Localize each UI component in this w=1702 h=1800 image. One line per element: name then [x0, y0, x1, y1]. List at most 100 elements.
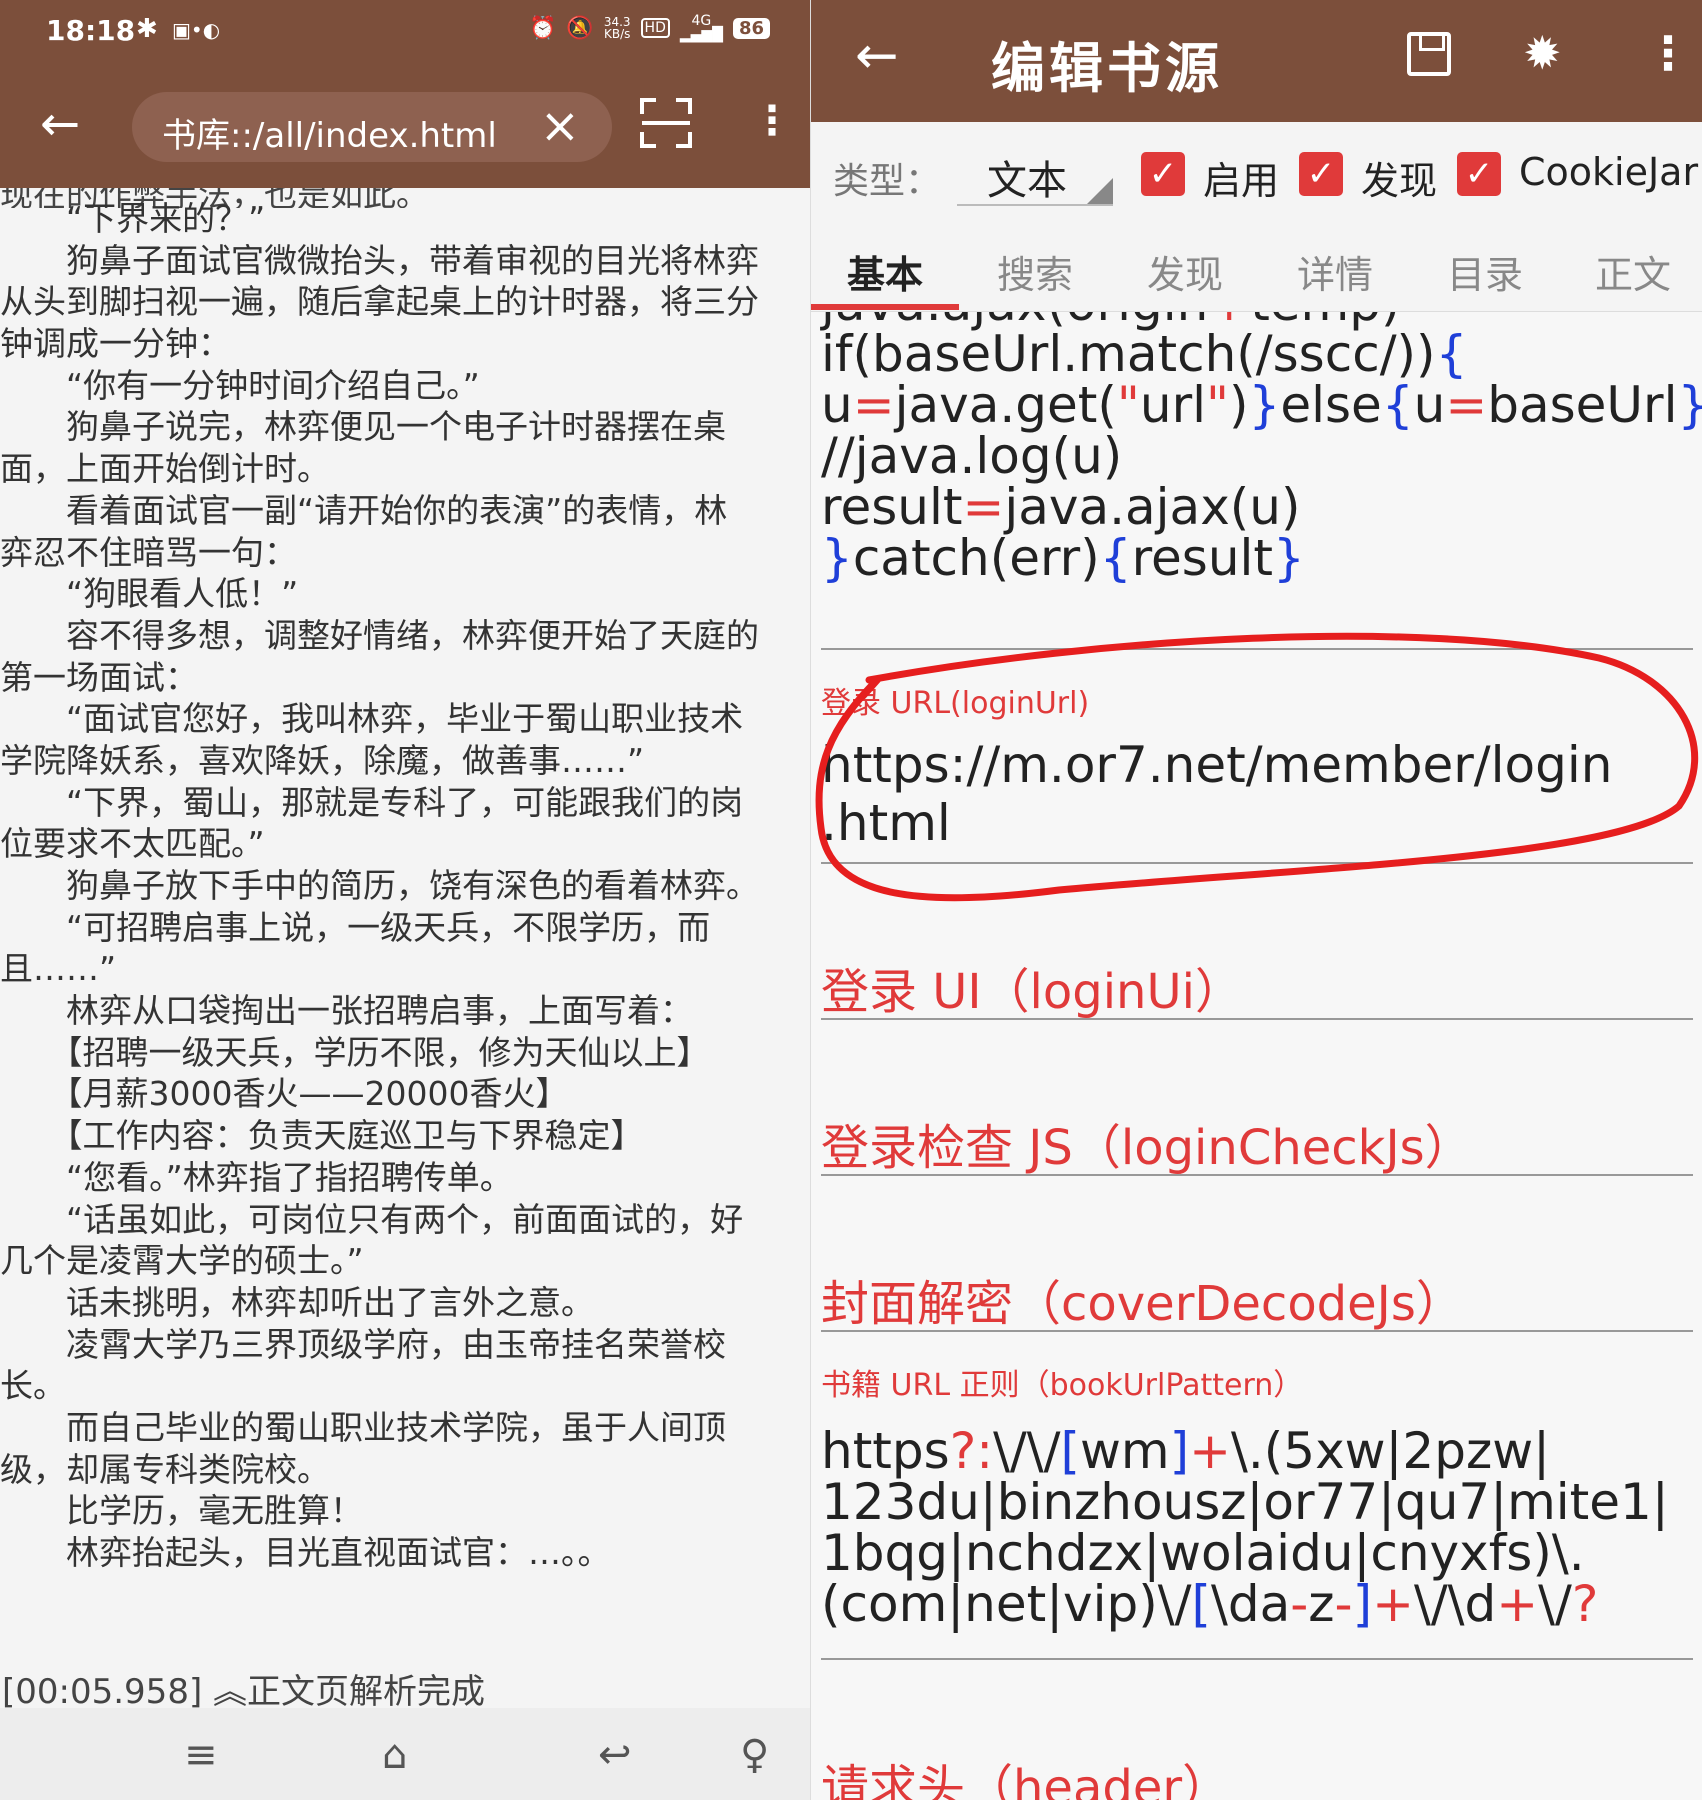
code-line: https?:\/\/[wm]+\.(5xw|2pzw| [821, 1422, 1550, 1480]
reader-line: 第一场面试： [0, 657, 198, 697]
back-arrow-icon[interactable]: ← [855, 26, 899, 86]
reader-line: 话未挑明，林弈却听出了言外之意。 [0, 1282, 594, 1322]
code-operator: = [962, 478, 1005, 536]
home-icon[interactable]: ⌂ [382, 1732, 407, 1778]
discover-label: 发现 [1361, 159, 1438, 203]
clear-url-icon[interactable]: × [540, 98, 580, 154]
cookiejar-label: CookieJar [1519, 150, 1699, 194]
code-bracket: { [1435, 325, 1468, 383]
code-token: 1bqg|nchdzx|wolaidu|cnyxfs)\. [821, 1524, 1585, 1582]
code-line: 123du|binzhousz|or77|qu7|mite1| [821, 1473, 1669, 1531]
code-token: u [821, 376, 853, 434]
code-token: java.get( [894, 376, 1117, 434]
save-icon[interactable] [1407, 32, 1451, 76]
tab-search[interactable]: 搜索 [997, 244, 1073, 299]
code-token: //java.log(u) [821, 427, 1123, 485]
more-vert-icon[interactable]: ⋮ [752, 98, 792, 144]
type-value[interactable]: 文本 [987, 148, 1067, 206]
code-operator: ?: [949, 1422, 994, 1480]
url-text[interactable]: 书库::/all/index.html [162, 108, 497, 157]
code-line: }catch(err){result} [821, 529, 1305, 587]
code-line: u=java.get("url")}else{u=baseUrl} [821, 376, 1702, 434]
reader-line: 级，却属专科类院校。 [0, 1449, 330, 1489]
url-bar[interactable]: 书库::/all/index.html × [132, 92, 612, 162]
reader-line: “你有一分钟时间介绍自己。” [0, 365, 480, 405]
code-token: else [1280, 376, 1382, 434]
nav-back-icon[interactable]: ↩ [598, 1732, 632, 1778]
reader-line: 【月薪3000香火——20000香火】 [0, 1074, 569, 1114]
tab-detail[interactable]: 详情 [1297, 244, 1373, 299]
code-bracket: } [1248, 376, 1281, 434]
code-token: result [1131, 529, 1274, 587]
login-url-label: 登录 URL(loginUrl) [821, 686, 1090, 721]
reader-line: 学院降妖系，喜欢降妖，除魔，做善事……” [0, 740, 645, 780]
menu-icon[interactable]: ≡ [184, 1732, 218, 1778]
login-ui-field[interactable]: 登录 UI（loginUi） [821, 952, 1243, 1022]
field-underline [821, 1658, 1693, 1660]
hd-badge: HD [640, 18, 670, 38]
code-token: wm [1079, 1422, 1170, 1480]
reader-line: “面试官您好，我叫林弈，毕业于蜀山职业技术 [0, 699, 744, 739]
tab-discover[interactable]: 发现 [1147, 244, 1223, 299]
header-field[interactable]: 请求头（header） [821, 1748, 1230, 1800]
code-bracket: } [1273, 529, 1305, 587]
field-underline [821, 1018, 1693, 1020]
code-line: 1bqg|nchdzx|wolaidu|cnyxfs)\. [821, 1524, 1585, 1582]
reader-line: 狗鼻子放下手中的简历，饶有深色的看着林弈。 [0, 866, 759, 905]
code-token: \da [1210, 1575, 1291, 1633]
reader-line: 且……” [0, 949, 117, 989]
reader-line: 林弈抬起头，目光直视面试官：…。。 [0, 1533, 611, 1572]
reader-line: 几个是凌霄大学的硕士。” [0, 1241, 364, 1281]
reader-line: “下界，蜀山，那就是专科了，可能跟我们的岗 [0, 782, 744, 822]
scan-icon[interactable] [640, 98, 692, 148]
field-underline [821, 1330, 1693, 1332]
field-underline [821, 862, 1693, 864]
reader-line: 狗鼻子面试官微微抬头，带着审视的目光将林弈 [0, 240, 759, 280]
accessibility-icon[interactable]: ♀ [740, 1732, 769, 1778]
more-vert-icon[interactable]: ⋮ [1645, 26, 1691, 80]
network-type: 4G ▂▄▆█ [679, 13, 723, 43]
tab-toc[interactable]: 目录 [1447, 244, 1523, 299]
cookiejar-checkbox[interactable]: ✓ [1457, 152, 1501, 196]
editor-app-bar: ← 编辑书源 ✹ ⋮ [811, 0, 1702, 122]
code-token: (com|net|vip)\/ [821, 1575, 1192, 1633]
code-token: z [1308, 1575, 1335, 1633]
debug-bug-icon[interactable]: ✹ [1523, 26, 1562, 80]
code-line: (com|net|vip)\/[\da-z-]+\/\d+\/? [821, 1575, 1598, 1633]
code-token: \/ [1538, 1575, 1572, 1633]
reader-line: “可招聘启事上说，一级天兵，不限学历，而 [0, 907, 711, 947]
browser-toolbar: ← 书库::/all/index.html × ⋮ [0, 62, 810, 188]
enable-checkbox[interactable]: ✓ [1141, 152, 1185, 196]
code-token: \/\/ [993, 1422, 1061, 1480]
code-bracket: [ [1060, 1422, 1080, 1480]
back-arrow-icon[interactable]: ← [40, 96, 80, 152]
tab-content[interactable]: 正文 [1595, 244, 1671, 299]
reader-line: “您看。”林弈指了指招聘传单。 [0, 1157, 513, 1197]
reader-line: 长。 [0, 1366, 66, 1406]
field-underline [821, 648, 1693, 650]
reader-line: 林弈从口袋掏出一张招聘启事，上面写着： [0, 991, 693, 1031]
tab-indicator [811, 304, 959, 310]
code-operator: - [1290, 1575, 1309, 1633]
basic-form: java.ajax(origin+temp)if(baseUrl.match(/… [811, 312, 1702, 1800]
reader-line: 比学历，毫无胜算！ [0, 1491, 363, 1531]
reader-line: 弈忍不住暗骂一句： [0, 532, 297, 572]
code-bracket: [ [1191, 1575, 1211, 1633]
login-url-field[interactable]: https://m.or7.net/member/login .html [821, 736, 1612, 852]
code-token: if(baseUrl.match(/sscc/)) [821, 325, 1436, 383]
code-operator: - [1334, 1575, 1353, 1633]
reader-line: “狗眼看人低！” [0, 574, 299, 614]
reader-line: 而自己毕业的蜀山职业技术学院，虽于人间顶 [0, 1407, 726, 1447]
cover-decode-js-field[interactable]: 封面解密（coverDecodeJs） [821, 1264, 1464, 1334]
login-check-js-field[interactable]: 登录检查 JS（loginCheckJs） [821, 1108, 1473, 1178]
tab-basic[interactable]: 基本 [847, 244, 923, 299]
discover-checkbox[interactable]: ✓ [1299, 152, 1343, 196]
code-token: result [821, 478, 963, 536]
source-editor-pane: ← 编辑书源 ✹ ⋮ 类型： 文本 ✓ 启用 ✓ 发现 ✓ CookieJar … [810, 0, 1702, 1800]
code-line: if(baseUrl.match(/sscc/)){ [821, 325, 1467, 383]
code-bracket: } [1677, 376, 1702, 434]
type-label: 类型： [833, 161, 942, 202]
reader-pane: 18:18 ✱ ▣•◐ ⏰ 🔕 34.3 KB/s HD 4G ▂▄▆█ 86 ←… [0, 0, 810, 1800]
type-select[interactable]: 文本 [957, 146, 1113, 206]
status-time: 18:18 [46, 14, 136, 47]
